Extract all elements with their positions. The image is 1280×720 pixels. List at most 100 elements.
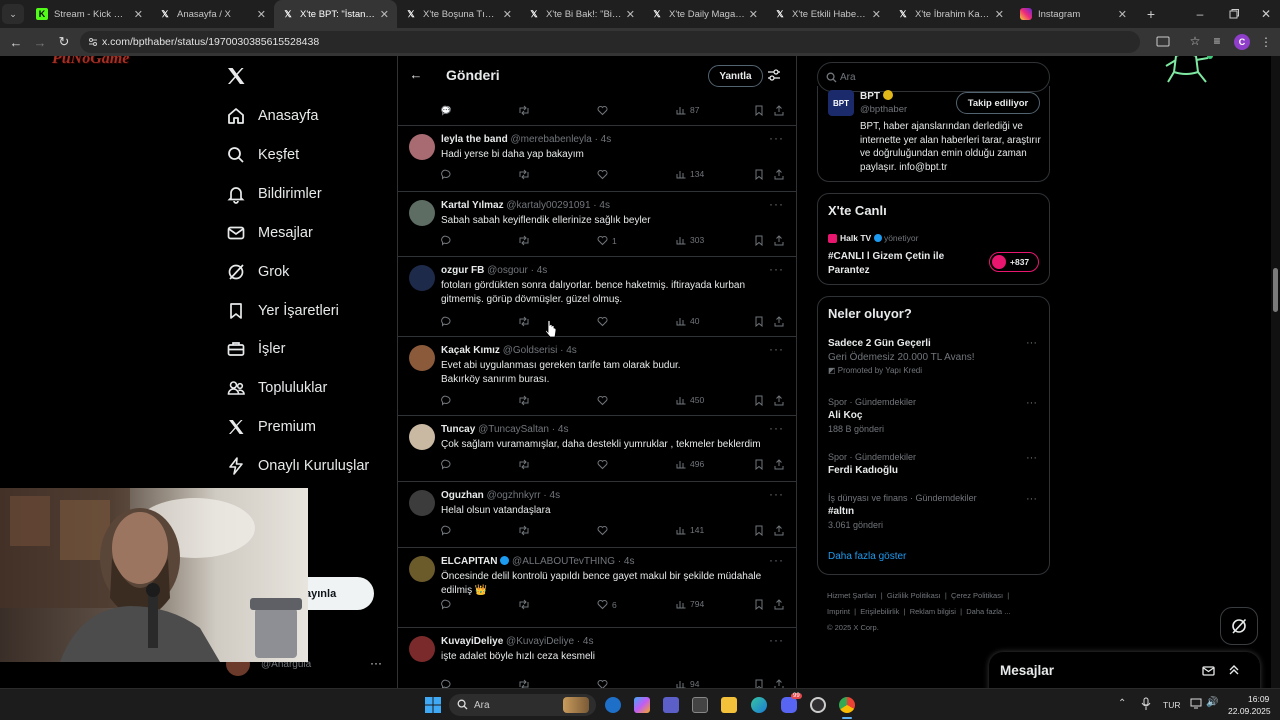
tweet-time[interactable]: · 4s [543, 490, 560, 501]
retweet-icon[interactable] [518, 395, 530, 406]
sidebar-item-grok[interactable]: Grok [226, 257, 289, 287]
sidebar-item-messages[interactable]: Mesajlar [226, 218, 313, 248]
x-logo-icon[interactable] [226, 66, 246, 86]
avatar[interactable] [409, 345, 435, 371]
share-icon[interactable] [774, 316, 784, 327]
sidebar-item-jobs[interactable]: İşler [226, 334, 285, 364]
bookmark-icon[interactable] [754, 105, 764, 116]
reply-icon[interactable] [441, 105, 452, 116]
share-icon[interactable] [774, 679, 784, 688]
trend-item[interactable]: İş dünyası ve finans · Gündemdekiler #alt… [828, 493, 977, 530]
close-tab-icon[interactable]: ✕ [872, 8, 881, 21]
close-tab-icon[interactable]: ✕ [257, 8, 266, 21]
reply-icon[interactable] [441, 235, 452, 246]
tweet[interactable]: Kartal Yılmaz @kartaly00291091 · 4s ··· … [398, 192, 796, 257]
author-handle[interactable]: @KuvayiDeliye [506, 636, 574, 647]
sidebar-item-verified-orgs[interactable]: Onaylı Kuruluşlar [226, 451, 369, 481]
volume-icon[interactable]: 🔊 [1206, 697, 1218, 708]
browser-tab-active[interactable]: 𝕏 X'te BPT: "İstanbul'da✕ [274, 0, 397, 28]
bookmark-icon[interactable] [754, 235, 764, 246]
show-more-link[interactable]: Daha fazla göster [828, 551, 906, 562]
search-input[interactable]: Ara [840, 72, 856, 83]
retweet-icon[interactable] [518, 235, 530, 246]
avatar[interactable] [409, 265, 435, 291]
close-tab-icon[interactable]: ✕ [1118, 8, 1127, 21]
like-icon[interactable]: 1 [597, 235, 617, 246]
retweet-icon[interactable] [518, 169, 530, 180]
trend-item[interactable]: Spor · Gündemdekiler Ferdi Kadıoğlu [828, 452, 916, 476]
avatar[interactable] [409, 490, 435, 516]
reply-button[interactable]: Yanıtla [708, 65, 763, 87]
sidebar-item-communities[interactable]: Topluluklar [226, 373, 327, 403]
views-icon[interactable]: 134 [676, 169, 704, 179]
close-tab-icon[interactable]: ✕ [380, 8, 389, 21]
browser-tab[interactable]: 𝕏 X'te Boşuna Tıklama✕ [397, 0, 520, 28]
tweet-time[interactable]: · 4s [531, 265, 548, 276]
like-icon[interactable] [597, 395, 612, 406]
author-name[interactable]: leyla the band [441, 134, 508, 145]
footer-link[interactable]: Hizmet Şartları [827, 591, 877, 600]
author-handle[interactable]: @Goldserisi [503, 345, 558, 356]
back-arrow-icon[interactable]: ← [8, 34, 24, 50]
grok-floating-button[interactable] [1220, 607, 1258, 645]
browser-tab[interactable]: 𝕏 X'te İbrahim Karaden✕ [889, 0, 1012, 28]
reading-list-icon[interactable]: ≡ [1210, 34, 1224, 48]
author-handle[interactable]: @merebabenleyla [510, 134, 591, 145]
avatar[interactable] [409, 556, 435, 582]
more-dots-icon[interactable]: ··· [1026, 397, 1037, 409]
site-info-icon[interactable] [87, 36, 99, 48]
reply-icon[interactable] [441, 395, 452, 406]
more-dots-icon[interactable]: ··· [769, 262, 784, 276]
cast-icon[interactable] [1156, 35, 1170, 49]
taskbar-search[interactable]: Ara [449, 694, 596, 716]
store-icon[interactable] [692, 697, 708, 713]
retweet-icon[interactable] [518, 599, 530, 610]
url-field[interactable]: x.com/bpthaber/status/197003038561552843… [80, 31, 1140, 53]
author-name[interactable]: ELCAPITAN [441, 556, 497, 567]
footer-link[interactable]: Gizlilik Politikası [887, 591, 941, 600]
discord-icon[interactable] [781, 697, 797, 713]
more-dots-icon[interactable]: ··· [769, 421, 784, 435]
more-dots-icon[interactable]: ··· [769, 487, 784, 501]
avatar[interactable] [409, 134, 435, 160]
browser-tab[interactable]: 𝕏 X'te Etkili Haber: "Kil✕ [766, 0, 889, 28]
views-icon[interactable]: 794 [676, 599, 704, 609]
new-tab-icon[interactable]: + [1141, 4, 1161, 24]
bookmark-icon[interactable] [754, 459, 764, 470]
views-icon[interactable]: 94 [676, 679, 699, 688]
author-name[interactable]: KuvayiDeliye [441, 636, 503, 647]
author-name[interactable]: Kaçak Kımız [441, 345, 500, 356]
copilot-app-icon[interactable] [634, 697, 650, 713]
tweet[interactable]: leyla the band @merebabenleyla · 4s ··· … [398, 126, 796, 192]
browser-tab[interactable]: 𝕏 X'te Bi Bak!: "Bir vatan✕ [520, 0, 643, 28]
obs-icon[interactable] [810, 697, 826, 713]
views-icon[interactable]: 141 [676, 525, 704, 535]
expand-up-icon[interactable] [1227, 663, 1241, 677]
retweet-icon[interactable] [518, 316, 530, 327]
windows-start-icon[interactable] [425, 697, 441, 713]
bookmark-icon[interactable] [754, 679, 764, 688]
retweet-icon[interactable] [518, 459, 530, 470]
more-dots-icon[interactable]: ··· [1026, 337, 1037, 349]
promoted-trend[interactable]: Sadece 2 Gün Geçerli Geri Ödemesiz 20.00… [828, 338, 1038, 375]
more-dots-icon[interactable]: ··· [769, 553, 784, 567]
author-name[interactable]: Kartal Yılmaz [441, 200, 504, 211]
close-tab-icon[interactable]: ✕ [626, 8, 635, 21]
tweet-time[interactable]: · 4s [595, 134, 612, 145]
new-message-icon[interactable] [1202, 664, 1216, 678]
edge-icon[interactable] [751, 697, 767, 713]
more-dots-icon[interactable]: ··· [1026, 493, 1037, 505]
reply-icon[interactable] [441, 169, 452, 180]
like-icon[interactable] [597, 316, 612, 327]
footer-link[interactable]: Daha fazla ... [966, 607, 1010, 616]
like-icon[interactable] [597, 679, 612, 688]
retweet-icon[interactable] [518, 679, 530, 688]
tweet-time[interactable]: · 4s [618, 556, 635, 567]
share-icon[interactable] [774, 459, 784, 470]
restore-window-icon[interactable] [1226, 6, 1242, 22]
footer-link[interactable]: Reklam bilgisi [910, 607, 956, 616]
bookmark-icon[interactable] [754, 169, 764, 180]
reply-icon[interactable] [441, 679, 452, 688]
like-icon[interactable] [597, 459, 612, 470]
like-icon[interactable]: 6 [597, 599, 617, 610]
